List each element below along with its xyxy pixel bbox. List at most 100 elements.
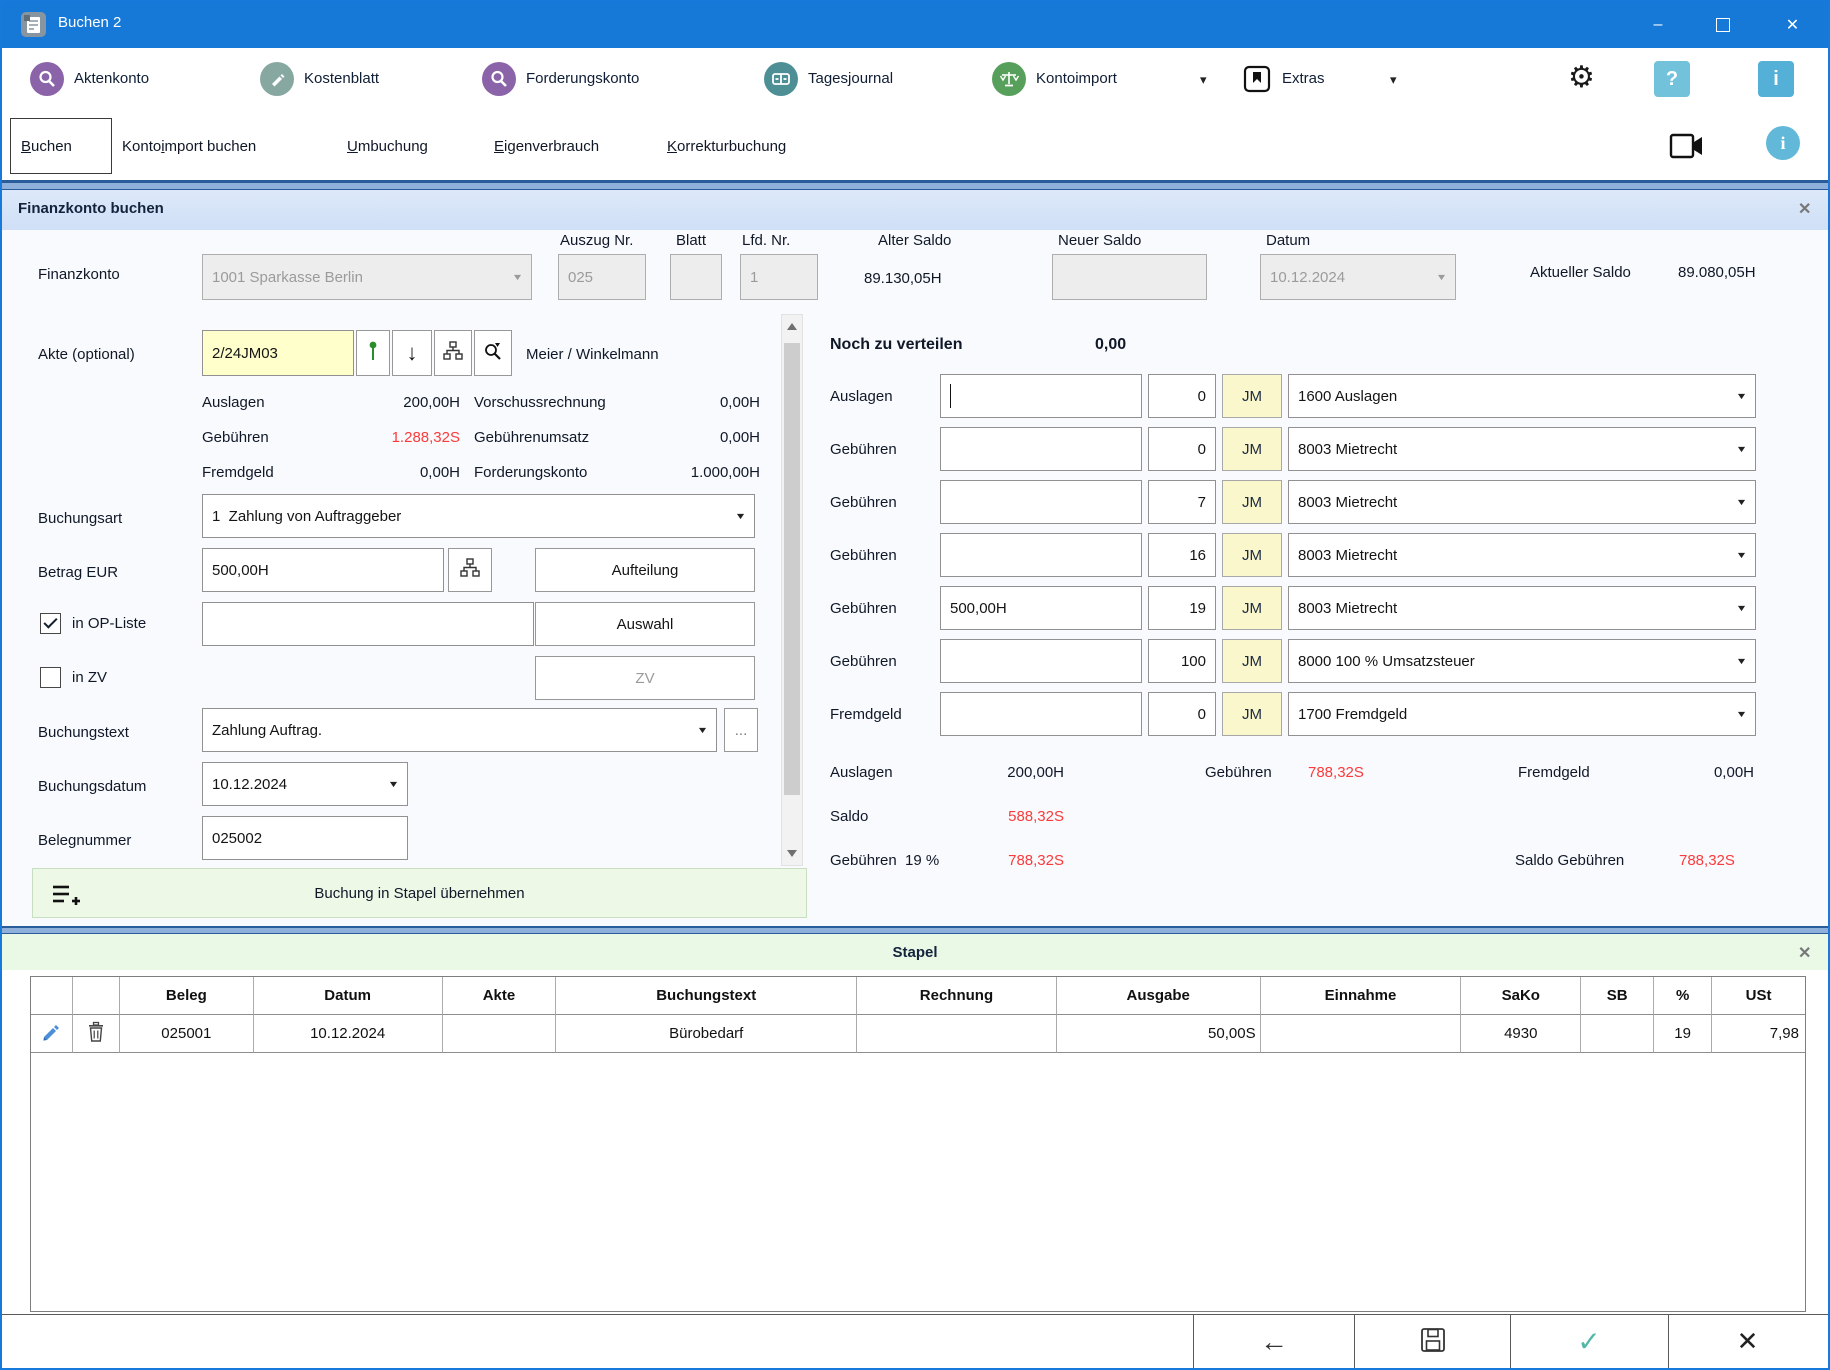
cancel-button[interactable]: ✕ [1669,1315,1826,1368]
verteilung-konto-select[interactable]: 8003 Mietrecht ▼ [1288,480,1756,524]
col-pct[interactable]: % [1654,977,1712,1015]
verteilung-konto-select[interactable]: 1700 Fremdgeld ▼ [1288,692,1756,736]
akte-search-button[interactable] [474,330,512,376]
jm-button[interactable]: JM [1222,427,1282,471]
verteilung-pct-input[interactable]: 0 [1148,374,1216,418]
blatt-field[interactable] [670,254,722,300]
panel-close-icon[interactable]: ✕ [1798,199,1811,219]
toolbar-item-kostenblatt[interactable]: Kostenblatt [260,48,450,112]
verteilung-amount-input[interactable] [940,533,1142,577]
verteilung-konto-select[interactable]: 8003 Mietrecht ▼ [1288,586,1756,630]
zv-checkbox[interactable] [40,667,61,688]
scroll-up-icon[interactable] [787,323,797,330]
save-button[interactable] [1355,1315,1510,1368]
left-pane-scrollbar[interactable] [781,314,803,866]
verteilung-pct-input[interactable]: 19 [1148,586,1216,630]
col-einnahme[interactable]: Einnahme [1261,977,1462,1015]
tab-kontoimport-buchen[interactable]: Kontoimport buchen [122,138,256,155]
verteilung-pct-input[interactable]: 16 [1148,533,1216,577]
auszug-label: Auszug Nr. [560,232,633,249]
stapel-uebernehmen-button[interactable]: Buchung in Stapel übernehmen [32,868,807,918]
op-liste-checkbox[interactable] [40,613,61,634]
buchungstext-more-button[interactable]: ... [724,708,758,752]
auswahl-button[interactable]: Auswahl [535,602,755,646]
info-button[interactable]: i [1758,61,1794,97]
scroll-down-icon[interactable] [787,850,797,857]
extras-dropdown-caret[interactable]: ▾ [1390,72,1397,88]
col-buchungstext[interactable]: Buchungstext [556,977,857,1015]
auszug-field[interactable]: 025 [558,254,646,300]
row-delete-cell[interactable] [73,1015,120,1053]
jm-button[interactable]: JM [1222,533,1282,577]
verteilung-amount-input[interactable] [940,374,1142,418]
settings-gear-icon[interactable]: ⚙ [1568,60,1595,95]
kontoimport-dropdown-caret[interactable]: ▾ [1200,72,1207,88]
verteilung-konto-select[interactable]: 1600 Auslagen ▼ [1288,374,1756,418]
table-row[interactable]: 025001 10.12.2024 Bürobedarf 50,00S 4930… [31,1015,1805,1053]
back-button[interactable]: ← [1194,1315,1354,1368]
neuer-saldo-field[interactable] [1052,254,1207,300]
col-sb[interactable]: SB [1581,977,1654,1015]
help-button[interactable]: ? [1654,61,1690,97]
info-circle-icon[interactable]: i [1766,126,1800,160]
verteilung-amount-input[interactable]: 500,00H [940,586,1142,630]
scrollbar-thumb[interactable] [784,343,800,795]
col-akte[interactable]: Akte [443,977,557,1015]
close-window-button[interactable]: ✕ [1757,2,1828,48]
col-beleg[interactable]: Beleg [120,977,254,1015]
jm-button[interactable]: JM [1222,639,1282,683]
verteilung-pct-input[interactable]: 7 [1148,480,1216,524]
tab-korrekturbuchung[interactable]: Korrekturbuchung [667,138,786,155]
col-sako[interactable]: SaKo [1461,977,1581,1015]
stapel-close-icon[interactable]: ✕ [1798,943,1811,963]
akte-hierarchy-button[interactable] [434,330,472,376]
tab-umbuchung[interactable]: Umbuchung [347,138,428,155]
betrag-input[interactable]: 500,00H [202,548,444,592]
betrag-hierarchy-button[interactable] [448,548,492,592]
toolbar-item-extras[interactable]: Extras [1242,48,1382,112]
verteilung-konto-select[interactable]: 8003 Mietrecht ▼ [1288,427,1756,471]
stapel-header: Stapel [2,934,1828,970]
jm-button[interactable]: JM [1222,374,1282,418]
tab-eigenverbrauch[interactable]: Eigenverbrauch [494,138,599,155]
jm-button[interactable]: JM [1222,692,1282,736]
aufteilung-button[interactable]: Aufteilung [535,548,755,592]
verteilung-amount-input[interactable] [940,692,1142,736]
row-edit-cell[interactable] [31,1015,73,1053]
col-ausgabe[interactable]: Ausgabe [1057,977,1261,1015]
akte-down-arrow-button[interactable]: ↓ [392,330,432,376]
verteilung-amount-input[interactable] [940,427,1142,471]
col-rechnung[interactable]: Rechnung [857,977,1057,1015]
lfd-field[interactable]: 1 [740,254,818,300]
akte-pin-button[interactable] [356,330,390,376]
belegnummer-input[interactable]: 025002 [202,816,408,860]
verteilung-amount-input[interactable] [940,639,1142,683]
verteilung-pct-input[interactable]: 0 [1148,427,1216,471]
verteilung-konto-select[interactable]: 8000 100 % Umsatzsteuer ▼ [1288,639,1756,683]
col-ust[interactable]: USt [1712,977,1805,1015]
op-liste-input[interactable] [202,602,534,646]
verteilung-konto-select[interactable]: 8003 Mietrecht ▼ [1288,533,1756,577]
verteilung-amount-input[interactable] [940,480,1142,524]
finanzkonto-select[interactable]: 1001 Sparkasse Berlin ▼ [202,254,532,300]
minimize-button[interactable]: – [1627,2,1689,48]
maximize-button[interactable] [1692,2,1754,48]
jm-button[interactable]: JM [1222,480,1282,524]
datum-select[interactable]: 10.12.2024 ▼ [1260,254,1456,300]
toolbar-item-kontoimport[interactable]: Kontoimport [992,48,1222,112]
buchungsart-select[interactable]: 1 Zahlung von Auftraggeber ▼ [202,494,755,538]
toolbar-item-aktenkonto[interactable]: Aktenkonto [30,48,230,112]
verteilung-pct-input[interactable]: 0 [1148,692,1216,736]
jm-button[interactable]: JM [1222,586,1282,630]
zv-button[interactable]: ZV [535,656,755,700]
confirm-button[interactable]: ✓ [1511,1315,1667,1368]
col-datum[interactable]: Datum [254,977,443,1015]
toolbar-item-forderungskonto[interactable]: Forderungskonto [482,48,712,112]
tab-buchen[interactable]: Buchen [10,118,112,174]
verteilung-pct-input[interactable]: 100 [1148,639,1216,683]
buchungstext-select[interactable]: Zahlung Auftrag. ▼ [202,708,717,752]
video-camera-icon[interactable] [1668,130,1708,166]
toolbar-item-tagesjournal[interactable]: Tagesjournal [764,48,954,112]
buchungsdatum-select[interactable]: 10.12.2024 ▼ [202,762,408,806]
akte-input[interactable]: 2/24JM03 [202,330,354,376]
